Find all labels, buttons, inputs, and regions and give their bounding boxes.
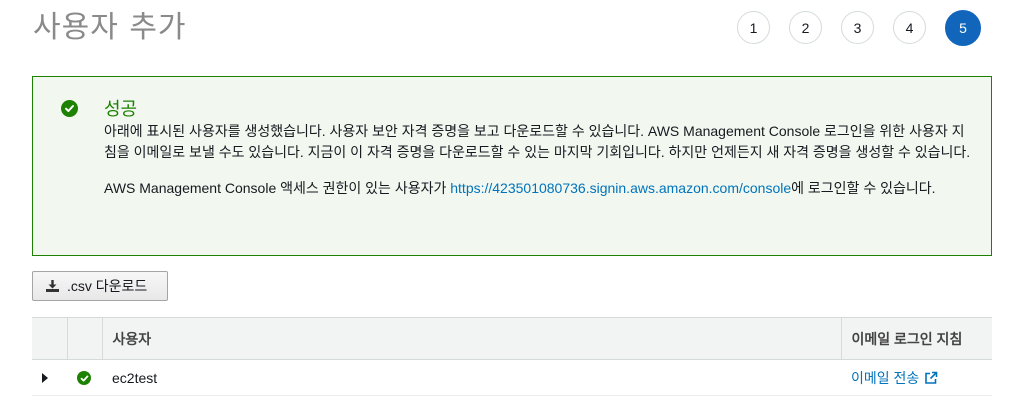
success-check-icon	[61, 100, 78, 117]
download-icon	[45, 279, 60, 293]
alert-message-prefix: AWS Management Console 액세스 권한이 있는 사용자가	[104, 180, 451, 196]
alert-message-suffix: 에 로그인할 수 있습니다.	[791, 180, 936, 196]
wizard-steps: 1 2 3 4 5	[737, 10, 981, 46]
alert-body: 아래에 표시된 사용자를 생성했습니다. 사용자 보안 자격 증명을 보고 다운…	[104, 121, 974, 199]
caret-right-icon[interactable]	[42, 372, 48, 383]
send-email-link[interactable]: 이메일 전송	[851, 368, 938, 388]
download-csv-label: .csv 다운로드	[67, 278, 148, 294]
header-expand-cell	[32, 317, 67, 360]
header-status-cell	[66, 317, 102, 360]
download-csv-button[interactable]: .csv 다운로드	[32, 271, 168, 301]
step-1[interactable]: 1	[737, 11, 770, 44]
step-5-active[interactable]: 5	[945, 10, 981, 46]
expand-cell[interactable]	[32, 359, 67, 396]
header-user[interactable]: 사용자	[101, 317, 841, 360]
alert-message: 아래에 표시된 사용자를 생성했습니다. 사용자 보안 자격 증명을 보고 다운…	[104, 123, 971, 160]
external-link-icon	[925, 371, 938, 384]
table-header-row: 사용자 이메일 로그인 지침	[32, 317, 992, 360]
step-4[interactable]: 4	[893, 11, 926, 44]
user-name-cell: ec2test	[102, 359, 841, 396]
step-2[interactable]: 2	[789, 11, 822, 44]
users-table: 사용자 이메일 로그인 지침 ec2test 이메일 전송	[32, 317, 992, 396]
alert-console-message: AWS Management Console 액세스 권한이 있는 사용자가 h…	[104, 178, 974, 199]
page-title: 사용자 추가	[33, 10, 187, 45]
success-check-icon	[77, 371, 91, 385]
header-email-instructions[interactable]: 이메일 로그인 지침	[840, 317, 992, 360]
email-action-cell: 이메일 전송	[841, 359, 992, 396]
table-row: ec2test 이메일 전송	[32, 359, 992, 396]
status-cell	[67, 359, 102, 396]
send-email-label: 이메일 전송	[851, 369, 920, 386]
console-url-link[interactable]: https://423501080736.signin.aws.amazon.c…	[450, 180, 791, 196]
alert-title: 성공	[104, 99, 138, 120]
success-alert: 성공 아래에 표시된 사용자를 생성했습니다. 사용자 보안 자격 증명을 보고…	[32, 76, 992, 256]
step-3[interactable]: 3	[841, 11, 874, 44]
